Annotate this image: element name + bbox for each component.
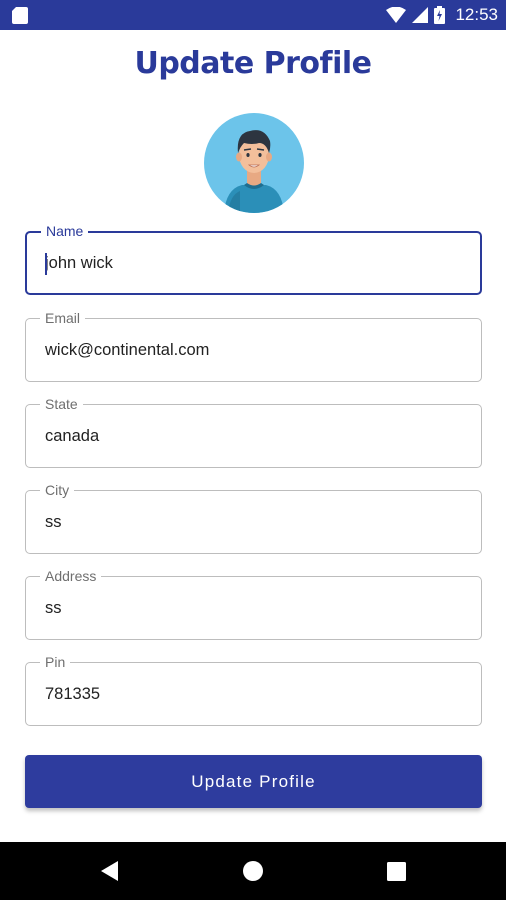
battery-charging-icon bbox=[434, 6, 446, 24]
pin-field[interactable]: Pin bbox=[25, 653, 482, 726]
address-input[interactable] bbox=[45, 577, 471, 639]
back-icon bbox=[101, 861, 118, 881]
home-button[interactable] bbox=[223, 842, 283, 900]
recents-icon bbox=[386, 861, 406, 881]
state-field[interactable]: State bbox=[25, 395, 482, 468]
profile-avatar[interactable] bbox=[204, 113, 304, 213]
email-field[interactable]: Email bbox=[25, 309, 482, 382]
update-profile-button[interactable]: Update Profile bbox=[25, 755, 482, 808]
address-field[interactable]: Address bbox=[25, 567, 482, 640]
signal-icon bbox=[412, 7, 429, 23]
email-input[interactable] bbox=[45, 319, 471, 381]
navigation-bar bbox=[0, 842, 506, 900]
name-field[interactable]: Name bbox=[25, 222, 482, 295]
name-input[interactable] bbox=[45, 233, 470, 293]
pin-input[interactable] bbox=[45, 663, 471, 725]
state-input[interactable] bbox=[45, 405, 471, 467]
recents-button[interactable] bbox=[366, 842, 426, 900]
back-button[interactable] bbox=[80, 842, 140, 900]
wifi-icon bbox=[386, 7, 407, 23]
sd-card-icon bbox=[12, 7, 28, 24]
home-icon bbox=[243, 861, 263, 881]
text-cursor bbox=[45, 253, 47, 275]
city-input[interactable] bbox=[45, 491, 471, 553]
clock: 12:53 bbox=[455, 5, 498, 24]
city-field[interactable]: City bbox=[25, 481, 482, 554]
page-title: Update Profile bbox=[134, 46, 372, 81]
status-bar: 12:53 bbox=[0, 0, 506, 30]
